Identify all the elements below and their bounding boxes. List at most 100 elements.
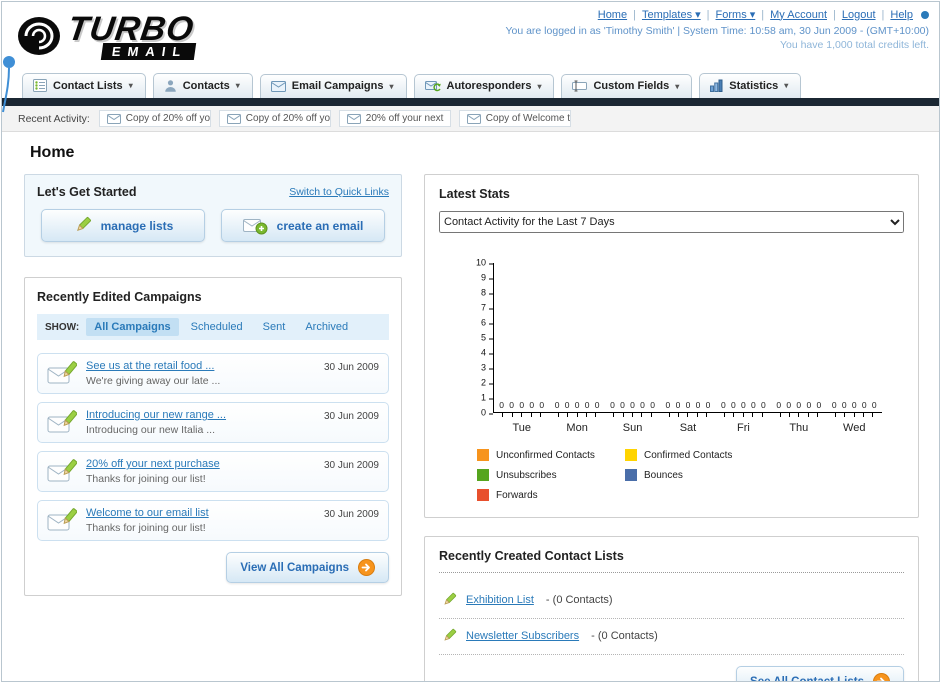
campaign-date: 30 Jun 2009: [323, 509, 379, 520]
envelope-icon: [106, 113, 121, 124]
contact-list-link[interactable]: Exhibition List: [466, 594, 534, 606]
recent-activity-text: Copy of 20% off yo: [245, 113, 331, 124]
chart-value-label: 0: [630, 400, 635, 410]
contact-list-item[interactable]: Newsletter Subscribers - (0 Contacts): [439, 619, 904, 655]
chart-value-label: 0: [816, 400, 822, 410]
custom-fields-icon: [572, 80, 588, 92]
chart-value-labels: 00000: [660, 400, 715, 410]
chart-value-label: 0: [831, 400, 837, 410]
campaign-subtitle: Introducing our new Italia ...: [86, 424, 215, 436]
campaign-list-item[interactable]: See us at the retail food ... We're givin…: [37, 353, 389, 394]
link-separator: |: [761, 8, 765, 21]
chart-value-label: 0: [685, 400, 691, 410]
contact-list-link[interactable]: Newsletter Subscribers: [466, 630, 579, 642]
campaign-filter-scheduled[interactable]: Scheduled: [183, 318, 251, 336]
nav-tab-contact-lists[interactable]: Contact Lists ▾: [22, 73, 146, 98]
x-axis-tick: [798, 413, 800, 417]
stats-period-select[interactable]: Contact Activity for the Last 7 Days: [439, 211, 904, 233]
top-link-templates[interactable]: Templates ▾: [642, 8, 701, 21]
nav-tab-custom-fields[interactable]: Custom Fields ▾: [561, 74, 693, 98]
get-started-panel: Let's Get Started Switch to Quick Links …: [24, 174, 402, 257]
campaign-list-item[interactable]: Introducing our new range ... Introducing…: [37, 402, 389, 443]
campaign-title-link[interactable]: 20% off your next purchase: [86, 458, 315, 470]
top-link-logout[interactable]: Logout: [842, 9, 876, 21]
nav-tab-statistics[interactable]: Statistics ▾: [699, 73, 802, 98]
see-all-contact-lists-button[interactable]: See All Contact Lists: [736, 666, 904, 682]
statistics-icon: [710, 79, 723, 92]
y-axis-tick: 2: [480, 377, 494, 388]
recent-activity-item[interactable]: Copy of Welcome to: [458, 110, 571, 127]
chart-value-label: 0: [574, 400, 580, 410]
nav-tab-contacts[interactable]: Contacts ▾: [152, 73, 253, 98]
top-link-help[interactable]: Help: [890, 9, 913, 21]
contact-list-count: - (0 Contacts): [542, 594, 613, 606]
recent-activity-item[interactable]: Copy of 20% off yo: [218, 110, 331, 127]
top-link-my-account[interactable]: My Account: [770, 9, 827, 21]
create-email-button[interactable]: create an email: [221, 209, 385, 242]
x-axis-tick: [595, 413, 597, 417]
contact-list-item[interactable]: Exhibition List - (0 Contacts): [439, 583, 904, 619]
x-axis-tick: [706, 413, 708, 417]
switch-quick-links-link[interactable]: Switch to Quick Links: [289, 186, 389, 198]
y-axis-tick: 9: [480, 272, 494, 283]
chart-value-label: 0: [861, 400, 867, 410]
x-axis-tick: [641, 413, 643, 417]
x-axis-tick: [752, 413, 754, 417]
nav-tab-label: Contact Lists: [53, 79, 123, 92]
x-axis-ticks: [660, 413, 715, 417]
legend-swatch: [477, 469, 489, 481]
chevron-down-icon: ▾: [784, 81, 789, 90]
x-axis-category-label: Tue: [512, 422, 531, 434]
campaign-filter-all-campaigns[interactable]: All Campaigns: [86, 318, 179, 336]
chevron-down-icon: ▾: [128, 81, 133, 90]
chart-value-label: 0: [529, 400, 535, 410]
chart-value-label: 0: [665, 400, 671, 410]
campaign-edit-icon: [47, 409, 77, 436]
x-axis-tick: [521, 413, 523, 417]
chart-value-labels: 00000: [716, 400, 771, 410]
campaign-edit-icon: [47, 360, 77, 387]
top-link-home[interactable]: Home: [598, 9, 627, 21]
campaign-title-link[interactable]: Welcome to our email list: [86, 507, 315, 519]
nav-tab-email-campaigns[interactable]: Email Campaigns ▾: [259, 74, 407, 98]
top-link-forms[interactable]: Forms ▾: [716, 8, 756, 21]
campaigns-panel-title: Recently Edited Campaigns: [37, 290, 202, 304]
nav-tab-autoresponders[interactable]: Autoresponders ▾: [413, 74, 555, 98]
recent-activity-text: Copy of 20% off yo: [125, 113, 211, 124]
manage-lists-button[interactable]: manage lists: [41, 209, 205, 242]
header-right: Home | Templates ▾ | Forms ▾ | My Account | Logo…: [505, 6, 929, 66]
chart-value-labels: 00000: [827, 400, 882, 410]
campaign-title-link[interactable]: Introducing our new range ...: [86, 409, 315, 421]
x-axis-ticks: [549, 413, 604, 417]
header: TURBO EMAIL Home | Templates ▾ | Forms ▾ | My …: [2, 2, 939, 66]
chart-category-group: 0 0 0 0 0 Tue: [494, 263, 549, 434]
chevron-down-icon: ▾: [537, 81, 542, 91]
campaign-list: See us at the retail food ... We're givin…: [37, 353, 389, 541]
nav-tab-label: Custom Fields: [593, 80, 670, 92]
campaign-list-item[interactable]: Welcome to our email list Thanks for join…: [37, 500, 389, 541]
campaign-filter-sent[interactable]: Sent: [255, 318, 294, 336]
y-axis-tick: 8: [480, 287, 494, 298]
legend-item-bounces: Bounces: [625, 469, 773, 481]
campaign-text: See us at the retail food ... We're givin…: [86, 360, 315, 387]
chart-value-labels: 00000: [771, 400, 826, 410]
nav-divider-bar: [2, 98, 939, 106]
see-all-contact-lists-label: See All Contact Lists: [750, 675, 864, 682]
chart-plot-area: 0 0 0 0 0 Tue 0 0 0 0 0 Mon 0 0 0 0 0 Sun 0 0 0 0 0 Sat 0 0 0 0 0 Fri…: [493, 263, 882, 434]
manage-lists-label: manage lists: [100, 218, 174, 233]
chart-value-label: 0: [776, 400, 782, 410]
recent-activity-item[interactable]: 20% off your next: [338, 110, 451, 127]
x-axis-tick: [696, 413, 698, 417]
recent-activity-item[interactable]: Copy of 20% off yo: [98, 110, 211, 127]
x-axis-tick: [632, 413, 634, 417]
view-all-campaigns-button[interactable]: View All Campaigns: [226, 552, 389, 583]
campaign-title-link[interactable]: See us at the retail food ...: [86, 360, 315, 372]
y-axis-tick: 10: [475, 257, 494, 268]
campaign-filter-archived[interactable]: Archived: [297, 318, 356, 336]
chart-value-label: 0: [761, 400, 766, 410]
campaign-list-item[interactable]: 20% off your next purchase Thanks for joi…: [37, 451, 389, 492]
link-separator: |: [706, 8, 710, 21]
chart-value-label: 0: [675, 400, 681, 410]
legend-item-unconfirmed-contacts: Unconfirmed Contacts: [477, 449, 625, 461]
chart-value-label: 0: [519, 400, 525, 410]
